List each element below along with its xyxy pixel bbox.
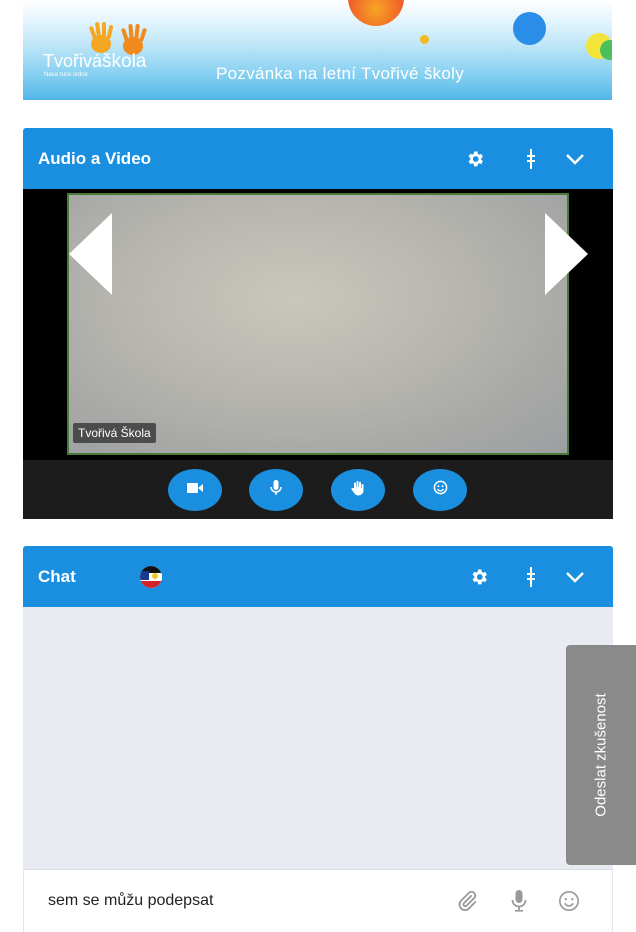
decor-dot <box>513 12 546 45</box>
chevron-down-icon[interactable] <box>560 546 590 607</box>
av-panel-header: Audio a Video <box>23 128 613 189</box>
drag-handle-icon[interactable] <box>516 546 546 607</box>
av-control-bar <box>23 460 613 519</box>
panel-title: Audio a Video <box>38 148 152 168</box>
emoji-button[interactable] <box>413 469 467 511</box>
toggle-camera-button[interactable] <box>168 469 222 511</box>
smiley-icon[interactable] <box>556 888 582 914</box>
logo-word: Tvořivá <box>43 51 103 71</box>
paperclip-icon[interactable] <box>454 888 480 914</box>
previous-video-arrow-icon[interactable] <box>69 213 112 295</box>
chat-message-area[interactable] <box>23 607 613 869</box>
raise-hand-button[interactable] <box>331 469 385 511</box>
chat-panel-header: Chat <box>23 546 613 607</box>
emoji-icon <box>433 480 448 500</box>
microphone-icon[interactable] <box>506 888 532 914</box>
drag-handle-icon[interactable] <box>516 128 546 189</box>
chat-message-input[interactable]: sem se můžu podepsat <box>48 892 213 910</box>
banner[interactable]: Tvořiváškola Nava ruce srdce Pozvánka na… <box>23 0 612 100</box>
microphone-icon <box>270 479 282 501</box>
logo-word: škola <box>102 51 147 72</box>
feedback-tab-button[interactable]: Odeslat zkušenost <box>566 645 636 865</box>
video-participant-label: Tvořivá Škola <box>73 423 156 443</box>
decor-dot <box>420 35 429 44</box>
sun-graphic <box>348 0 404 26</box>
gear-icon[interactable] <box>460 128 490 189</box>
panel-title: Chat <box>38 566 76 586</box>
chevron-down-icon[interactable] <box>560 128 590 189</box>
video-feed[interactable] <box>67 193 569 455</box>
flag-icon[interactable] <box>140 566 162 588</box>
feedback-label: Odeslat zkušenost <box>592 693 610 817</box>
logo-tagline: Nava ruce srdce <box>44 72 88 78</box>
toggle-microphone-button[interactable] <box>249 469 303 511</box>
invite-link[interactable]: Pozvánka na letní Tvořivé školy <box>216 64 464 84</box>
raise-hand-icon <box>350 480 366 501</box>
video-area: Tvořivá Škola <box>23 189 613 460</box>
chat-input-bar: sem se můžu podepsat <box>23 869 613 932</box>
next-video-arrow-icon[interactable] <box>545 213 588 295</box>
video-camera-icon <box>187 481 203 499</box>
logo-text: Tvořiváškola <box>43 52 146 71</box>
gear-icon[interactable] <box>464 546 494 607</box>
